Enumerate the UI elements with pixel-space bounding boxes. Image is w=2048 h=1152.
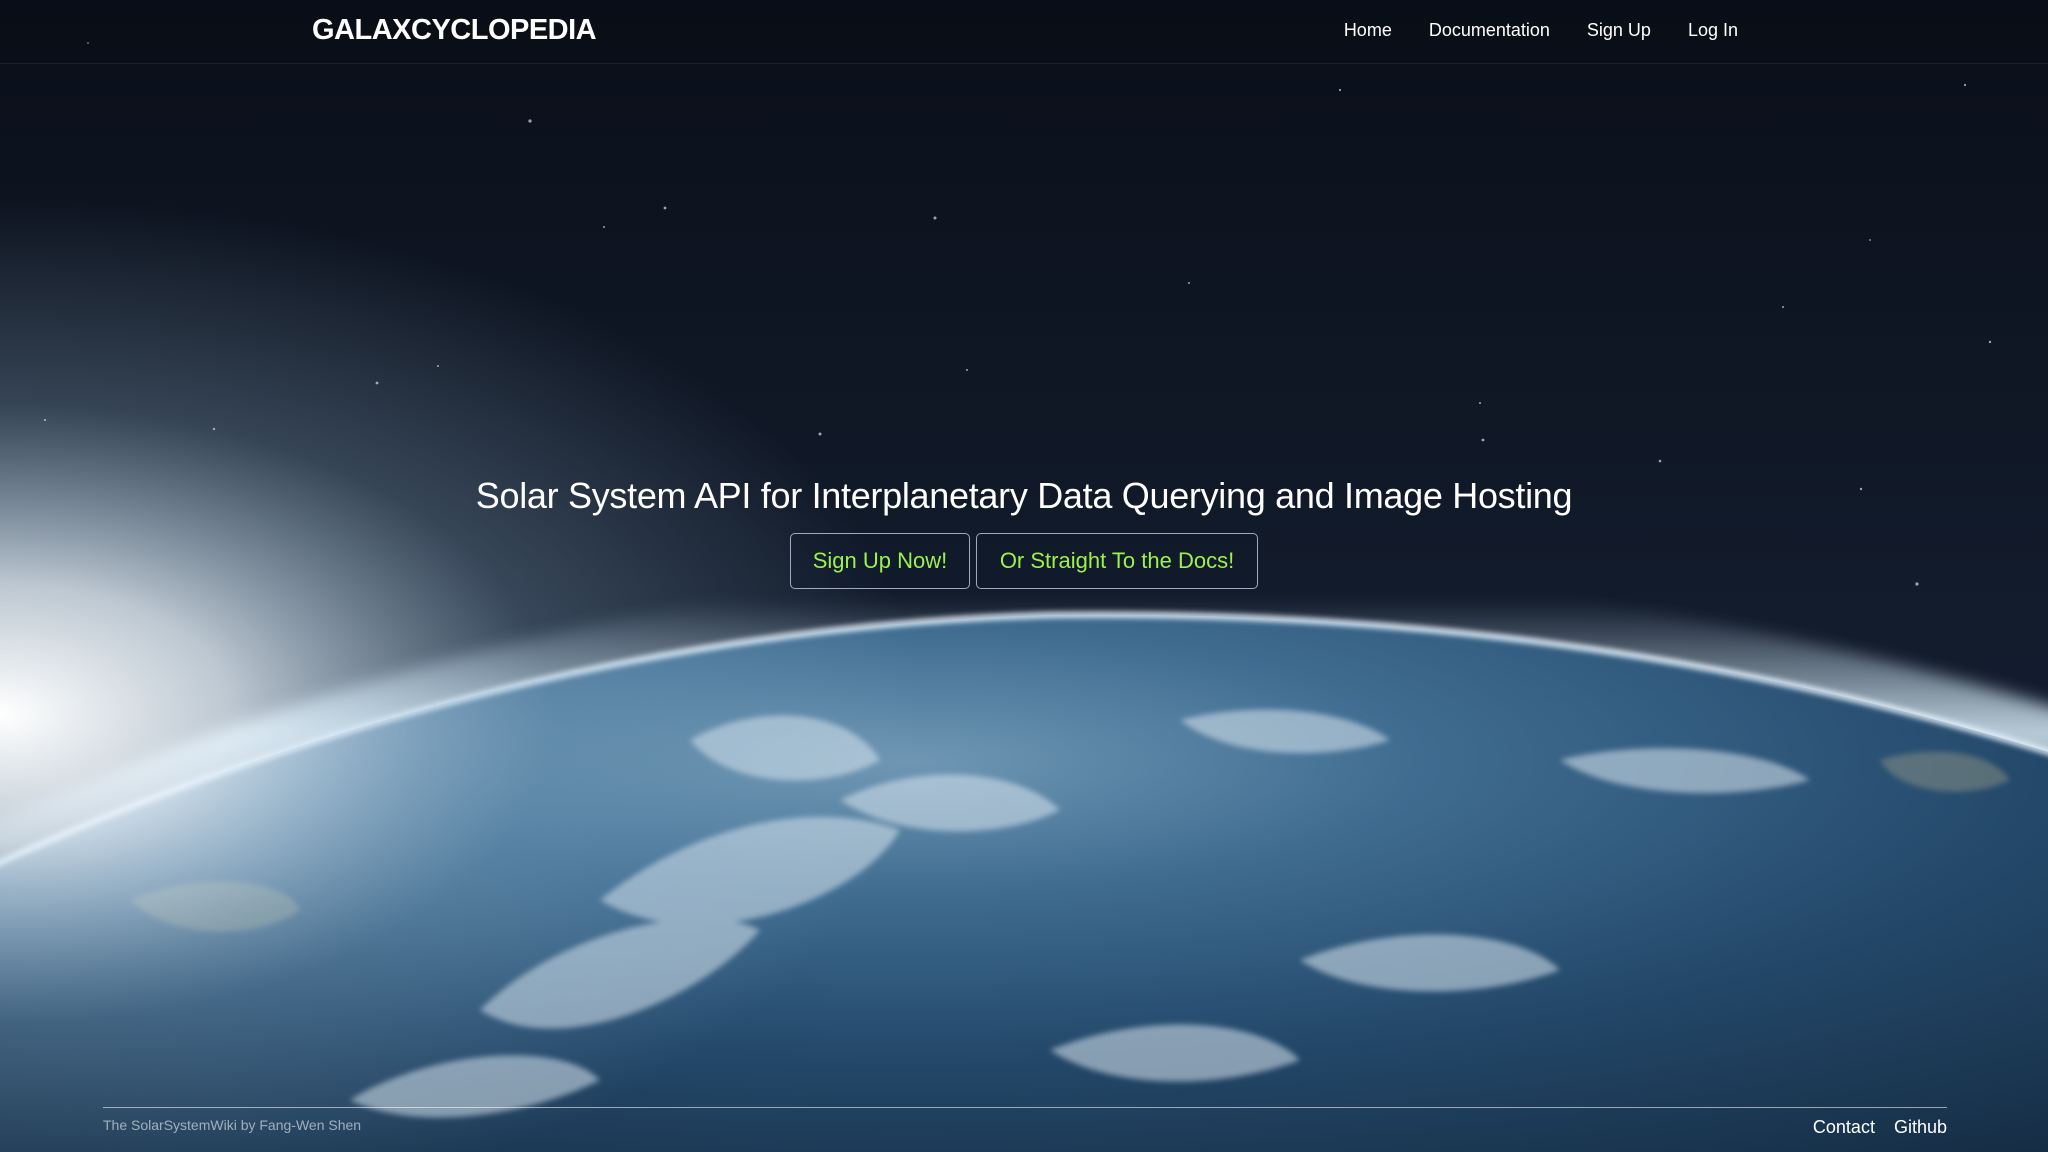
footer-links: Contact Github <box>1813 1117 1947 1138</box>
hero-title: Solar System API for Interplanetary Data… <box>475 475 1573 516</box>
footer-contact-link[interactable]: Contact <box>1813 1117 1875 1138</box>
main-nav: Home Documentation Sign Up Log In <box>1344 20 1738 41</box>
sign-up-now-button[interactable]: Sign Up Now! <box>790 533 970 589</box>
brand-logo[interactable]: GALAXCYCLOPEDIA <box>312 14 597 47</box>
hero-button-group: Sign Up Now! Or Straight To the Docs! <box>0 533 2048 589</box>
page: GALAXCYCLOPEDIA Home Documentation Sign … <box>0 0 2048 1152</box>
nav-documentation-link[interactable]: Documentation <box>1429 20 1550 41</box>
footer-github-link[interactable]: Github <box>1894 1117 1947 1138</box>
footer-divider <box>103 1107 1947 1108</box>
footer-credit: The SolarSystemWiki by Fang-Wen Shen <box>103 1117 362 1133</box>
top-navbar: GALAXCYCLOPEDIA Home Documentation Sign … <box>0 0 2048 64</box>
nav-log-in-link[interactable]: Log In <box>1688 20 1738 41</box>
nav-home-link[interactable]: Home <box>1344 20 1392 41</box>
nav-sign-up-link[interactable]: Sign Up <box>1587 20 1651 41</box>
go-to-docs-button[interactable]: Or Straight To the Docs! <box>976 533 1258 589</box>
